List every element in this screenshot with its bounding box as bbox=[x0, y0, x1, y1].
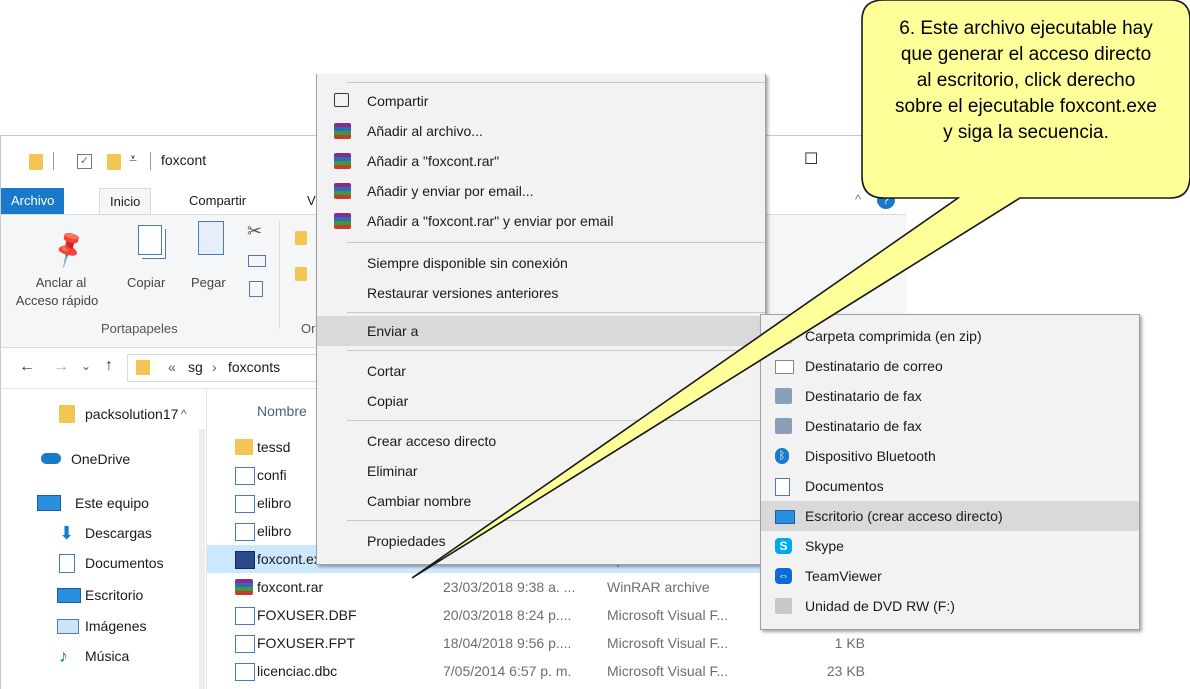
callout-line: 6. Este archivo ejecutable hay bbox=[899, 18, 1153, 39]
callout-line: sobre el ejecutable foxcont.exe bbox=[895, 96, 1157, 117]
callout-line: al escritorio, click derecho bbox=[916, 70, 1136, 91]
callout-line: y siga la secuencia. bbox=[943, 122, 1109, 143]
callout-text: 6. Este archivo ejecutable hay que gener… bbox=[864, 16, 1188, 146]
callout-line: que generar el acceso directo bbox=[900, 44, 1152, 65]
